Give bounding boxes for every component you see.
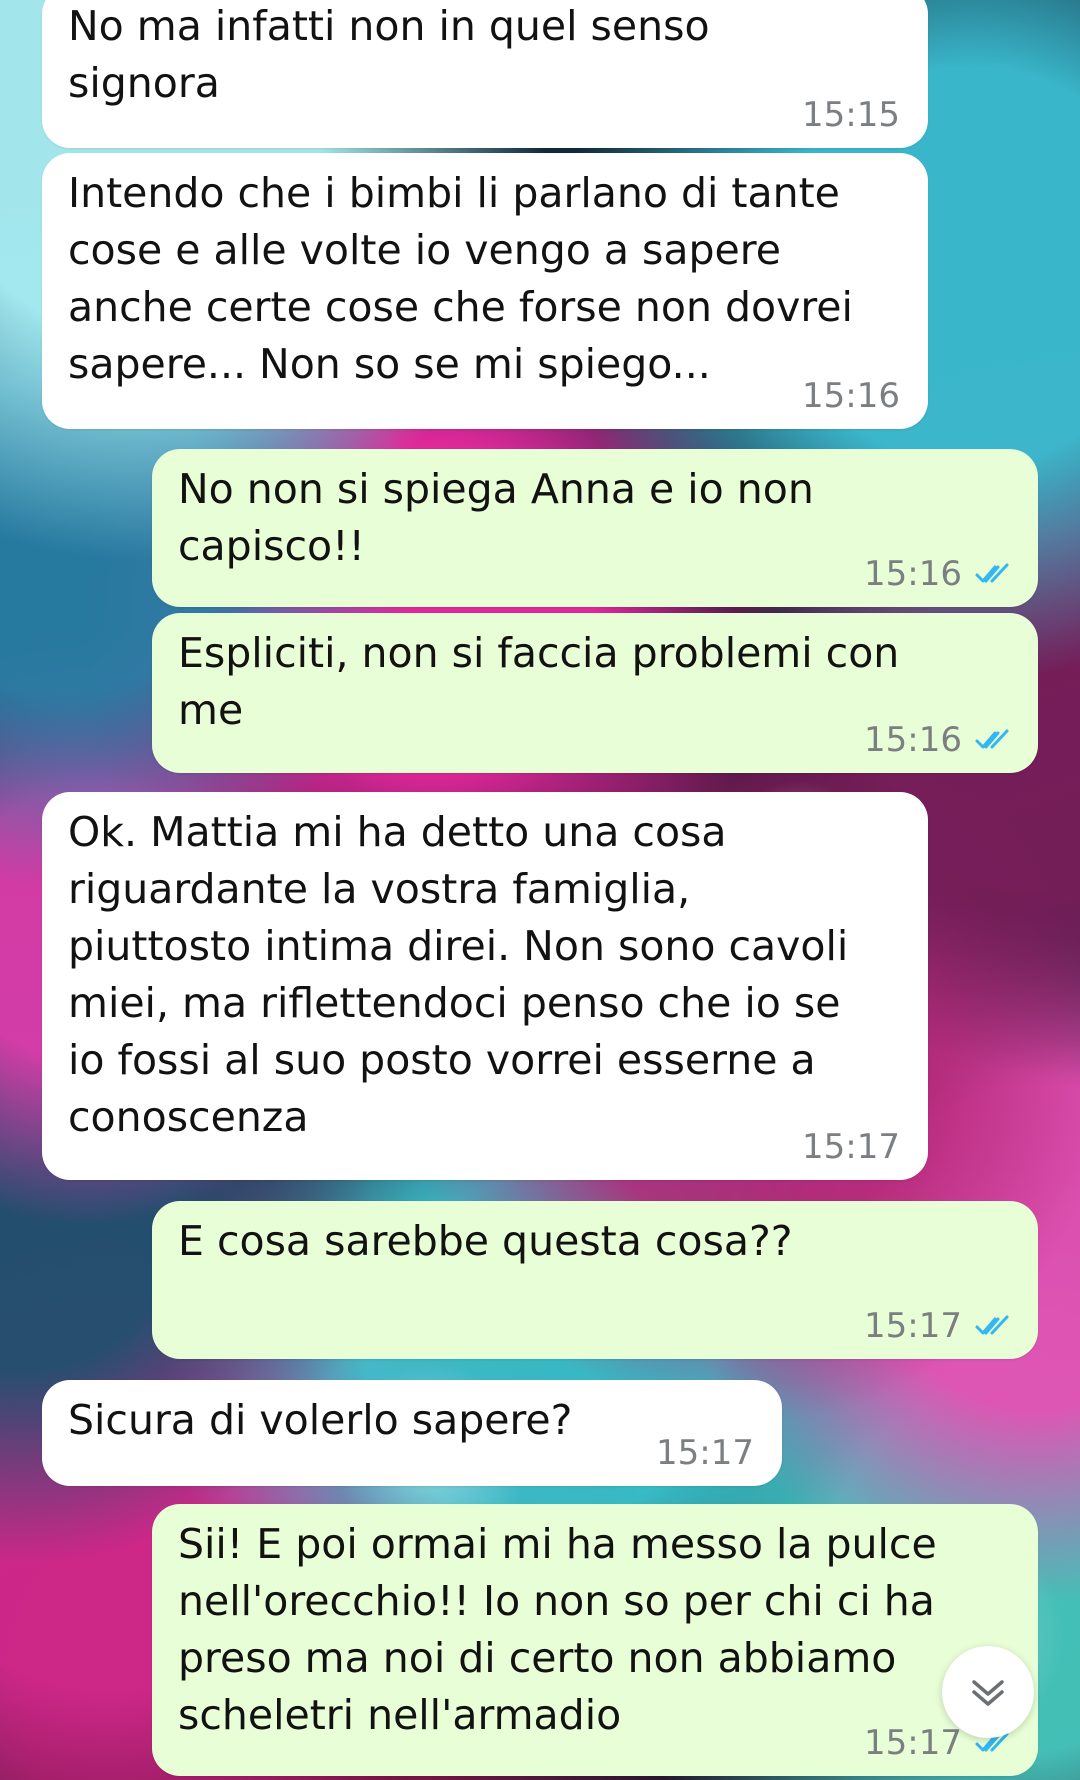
message-meta: 15:17 [656, 1436, 754, 1470]
message-text: Sicura di volerlo sapere? [68, 1396, 573, 1444]
message-text: E cosa sarebbe questa cosa?? [178, 1217, 793, 1265]
message-text: Sii! E poi ormai mi ha messo la pulce ne… [178, 1520, 937, 1739]
message-outgoing[interactable]: Espliciti, non si faccia problemi con me… [152, 613, 1038, 773]
message-incoming[interactable]: No ma infatti non in quel senso signora … [42, 0, 928, 148]
message-time: 15:16 [864, 720, 962, 760]
scroll-to-bottom-button[interactable] [942, 1646, 1034, 1738]
double-check-read-icon [974, 563, 1010, 585]
message-meta: 15:15 [802, 98, 900, 132]
message-outgoing[interactable]: E cosa sarebbe questa cosa?? 15:17 [152, 1201, 1038, 1359]
double-check-read-icon [974, 1315, 1010, 1337]
message-time: 15:17 [864, 1723, 962, 1763]
message-time: 15:16 [802, 376, 900, 416]
message-time: 15:15 [802, 95, 900, 135]
message-time: 15:17 [864, 1306, 962, 1346]
message-meta: 15:16 [864, 723, 1010, 757]
message-incoming[interactable]: Ok. Mattia mi ha detto una cosa riguarda… [42, 792, 928, 1180]
message-meta: 15:17 [864, 1309, 1010, 1343]
chevron-down-double-icon [972, 1680, 1004, 1706]
message-incoming[interactable]: Intendo che i bimbi li parlano di tante … [42, 153, 928, 429]
message-text: Intendo che i bimbi li parlano di tante … [68, 169, 853, 388]
message-outgoing[interactable]: No non si spiega Anna e io non capisco!!… [152, 449, 1038, 607]
message-time: 15:16 [864, 554, 962, 594]
message-text: No ma infatti non in quel senso signora [68, 2, 710, 107]
message-meta: 15:17 [802, 1130, 900, 1164]
double-check-read-icon [974, 729, 1010, 751]
message-time: 15:17 [656, 1433, 754, 1473]
message-meta: 15:16 [864, 557, 1010, 591]
message-text: Ok. Mattia mi ha detto una cosa riguarda… [68, 808, 849, 1141]
message-outgoing[interactable]: Sii! E poi ormai mi ha messo la pulce ne… [152, 1504, 1038, 1776]
message-meta: 15:16 [802, 379, 900, 413]
message-incoming[interactable]: Sicura di volerlo sapere? 15:17 [42, 1380, 782, 1486]
message-time: 15:17 [802, 1127, 900, 1167]
